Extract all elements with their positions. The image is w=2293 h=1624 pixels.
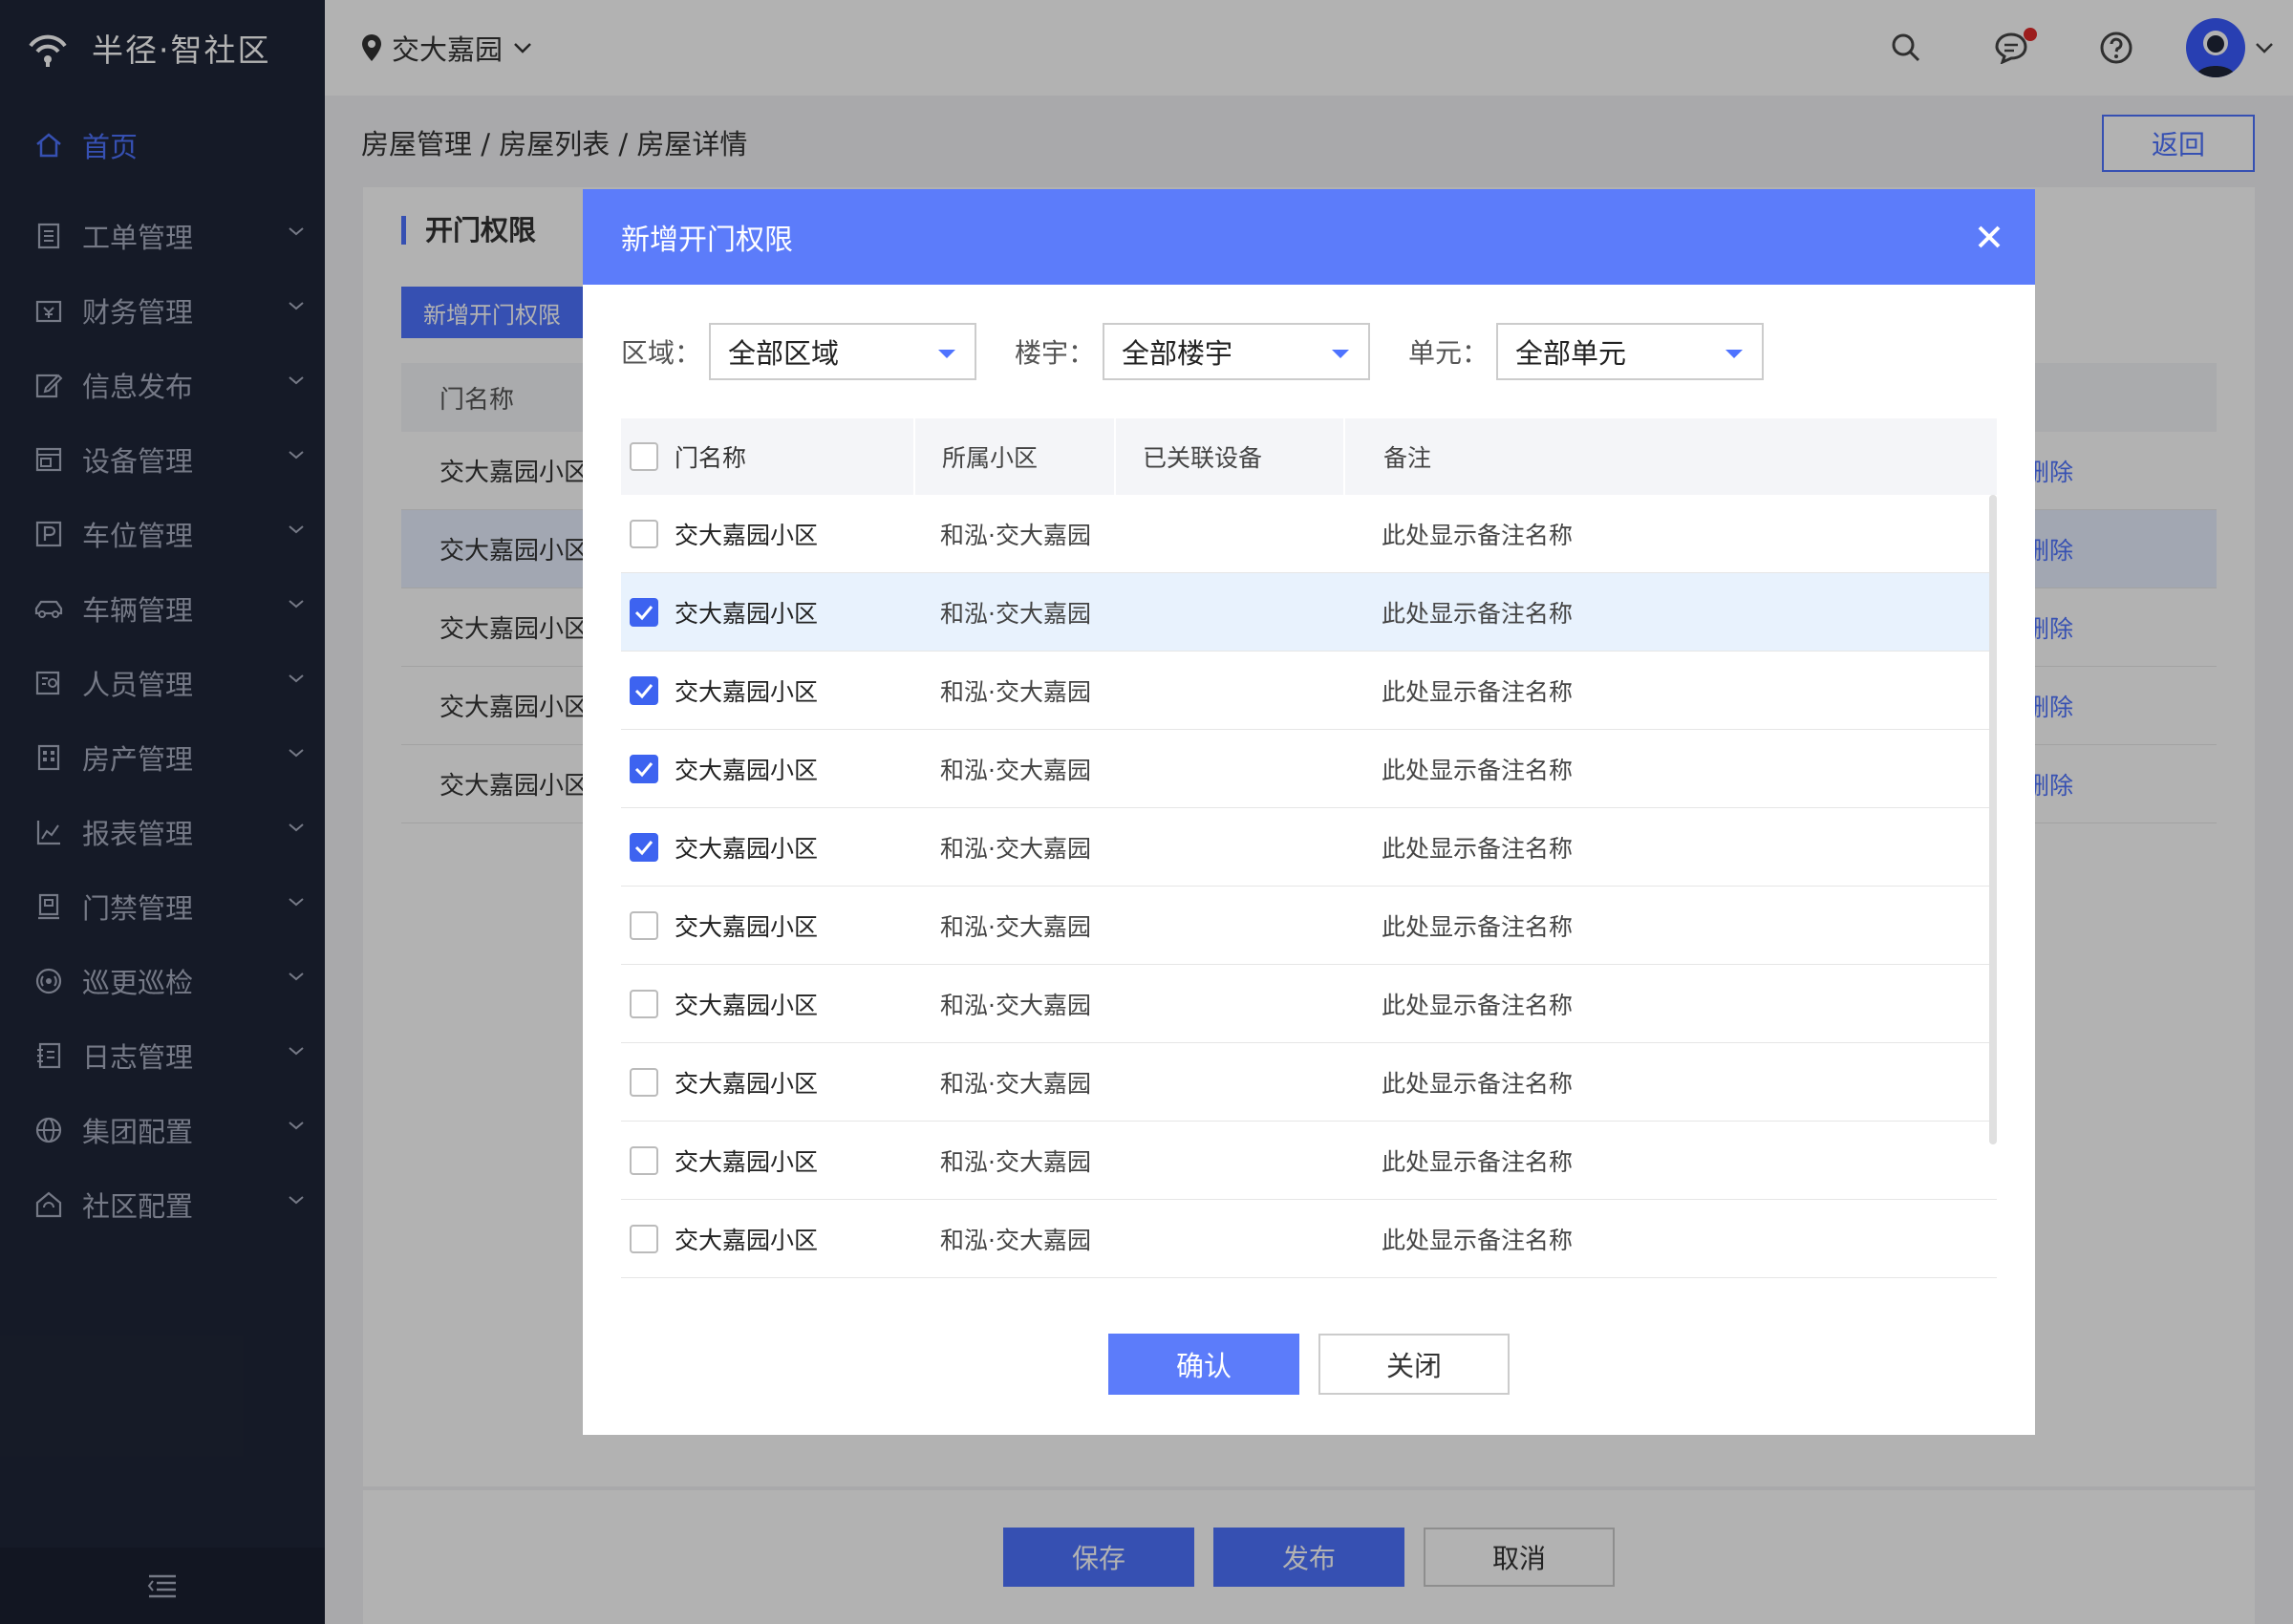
add-permission-modal: 新增开门权限 区域： 全部区域 楼宇： 全部楼宇 单元： 全部单元 门名称 所属… [583, 189, 2035, 1435]
column-header-devices: 已关联设备 [1114, 418, 1343, 495]
modal-close-button[interactable] [1970, 218, 2008, 256]
table-row[interactable]: 交大嘉园小区 和泓·交大嘉园 此处显示备注名称 [621, 1122, 1997, 1200]
cell-note: 此处显示备注名称 [1382, 1147, 1574, 1176]
cell-community: 和泓·交大嘉园 [940, 521, 1091, 549]
select-value: 全部单元 [1515, 337, 1627, 370]
table-row[interactable]: 交大嘉园小区 和泓·交大嘉园 此处显示备注名称 [621, 652, 1997, 730]
cell-note: 此处显示备注名称 [1382, 599, 1574, 628]
unit-select[interactable]: 全部单元 [1496, 323, 1765, 380]
table-row[interactable]: 交大嘉园小区 和泓·交大嘉园 此处显示备注名称 [621, 495, 1997, 573]
table-scrollbar[interactable] [1989, 495, 1997, 1144]
caret-down-icon [1332, 350, 1350, 358]
cell-note: 此处显示备注名称 [1382, 677, 1574, 706]
cell-note: 此处显示备注名称 [1382, 756, 1574, 784]
table-row[interactable]: 交大嘉园小区 和泓·交大嘉园 此处显示备注名称 [621, 573, 1997, 652]
cell-community: 和泓·交大嘉园 [940, 991, 1091, 1019]
cell-note: 此处显示备注名称 [1382, 1069, 1574, 1098]
cell-community: 和泓·交大嘉园 [940, 1226, 1091, 1254]
filter-label: 区域： [621, 337, 702, 369]
cell-door-name: 交大嘉园小区 [675, 1147, 819, 1176]
column-header-community: 所属小区 [913, 418, 1114, 495]
row-checkbox[interactable] [630, 675, 658, 705]
table-row[interactable]: 交大嘉园小区 和泓·交大嘉园 此处显示备注名称 [621, 808, 1997, 887]
caret-down-icon [1725, 350, 1744, 358]
row-checkbox[interactable] [630, 754, 658, 783]
cell-door-name: 交大嘉园小区 [675, 834, 819, 863]
row-checkbox[interactable] [630, 832, 658, 862]
table-row[interactable]: 交大嘉园小区 和泓·交大嘉园 此处显示备注名称 [621, 1043, 1997, 1122]
select-value: 全部楼宇 [1122, 337, 1233, 370]
cell-note: 此处显示备注名称 [1382, 991, 1574, 1019]
modal-title: 新增开门权限 [621, 224, 793, 257]
checkmark-icon [634, 761, 654, 777]
table-row[interactable]: 交大嘉园小区 和泓·交大嘉园 此处显示备注名称 [621, 730, 1997, 808]
cell-community: 和泓·交大嘉园 [940, 1069, 1091, 1098]
cell-door-name: 交大嘉园小区 [675, 521, 819, 549]
cell-door-name: 交大嘉园小区 [675, 677, 819, 706]
area-select[interactable]: 全部区域 [709, 323, 977, 380]
checkmark-icon [634, 683, 654, 698]
table-row[interactable]: 交大嘉园小区 和泓·交大嘉园 此处显示备注名称 [621, 965, 1997, 1043]
cell-community: 和泓·交大嘉园 [940, 912, 1091, 941]
cell-note: 此处显示备注名称 [1382, 834, 1574, 863]
cell-community: 和泓·交大嘉园 [940, 834, 1091, 863]
row-checkbox[interactable] [630, 1067, 658, 1097]
modal-footer: 确认 关闭 [583, 1334, 2035, 1395]
door-table: 门名称 所属小区 已关联设备 备注 交大嘉园小区 和泓·交大嘉园 此处显示备注名… [621, 418, 1997, 1278]
select-all-checkbox[interactable] [630, 442, 658, 471]
close-icon [1978, 225, 2001, 248]
building-select[interactable]: 全部楼宇 [1103, 323, 1371, 380]
cell-note: 此处显示备注名称 [1382, 1226, 1574, 1254]
checkmark-icon [634, 840, 654, 855]
cell-door-name: 交大嘉园小区 [675, 599, 819, 628]
cell-community: 和泓·交大嘉园 [940, 756, 1091, 784]
cell-door-name: 交大嘉园小区 [675, 912, 819, 941]
filter-label: 楼宇： [1015, 337, 1096, 369]
cell-door-name: 交大嘉园小区 [675, 991, 819, 1019]
cell-note: 此处显示备注名称 [1382, 912, 1574, 941]
filter-bar: 区域： 全部区域 楼宇： 全部楼宇 单元： 全部单元 [621, 323, 1802, 380]
table-header: 门名称 所属小区 已关联设备 备注 [621, 418, 1997, 495]
row-checkbox[interactable] [630, 989, 658, 1018]
cell-community: 和泓·交大嘉园 [940, 1147, 1091, 1176]
row-checkbox[interactable] [630, 910, 658, 940]
caret-down-icon [938, 350, 956, 358]
row-checkbox[interactable] [630, 1145, 658, 1175]
row-checkbox[interactable] [630, 1224, 658, 1253]
column-header-name: 门名称 [675, 444, 747, 472]
modal-header: 新增开门权限 [583, 189, 2035, 285]
confirm-button[interactable]: 确认 [1108, 1334, 1299, 1395]
select-value: 全部区域 [728, 337, 840, 370]
cell-note: 此处显示备注名称 [1382, 521, 1574, 549]
cell-community: 和泓·交大嘉园 [940, 599, 1091, 628]
cell-door-name: 交大嘉园小区 [675, 1069, 819, 1098]
table-row[interactable]: 交大嘉园小区 和泓·交大嘉园 此处显示备注名称 [621, 1200, 1997, 1278]
checkmark-icon [634, 605, 654, 620]
row-checkbox[interactable] [630, 597, 658, 627]
close-button[interactable]: 关闭 [1318, 1334, 1510, 1395]
filter-label: 单元： [1408, 337, 1489, 369]
row-checkbox[interactable] [630, 519, 658, 548]
column-header-note: 备注 [1343, 418, 1431, 495]
table-row[interactable]: 交大嘉园小区 和泓·交大嘉园 此处显示备注名称 [621, 887, 1997, 965]
cell-door-name: 交大嘉园小区 [675, 1226, 819, 1254]
cell-community: 和泓·交大嘉园 [940, 677, 1091, 706]
cell-door-name: 交大嘉园小区 [675, 756, 819, 784]
